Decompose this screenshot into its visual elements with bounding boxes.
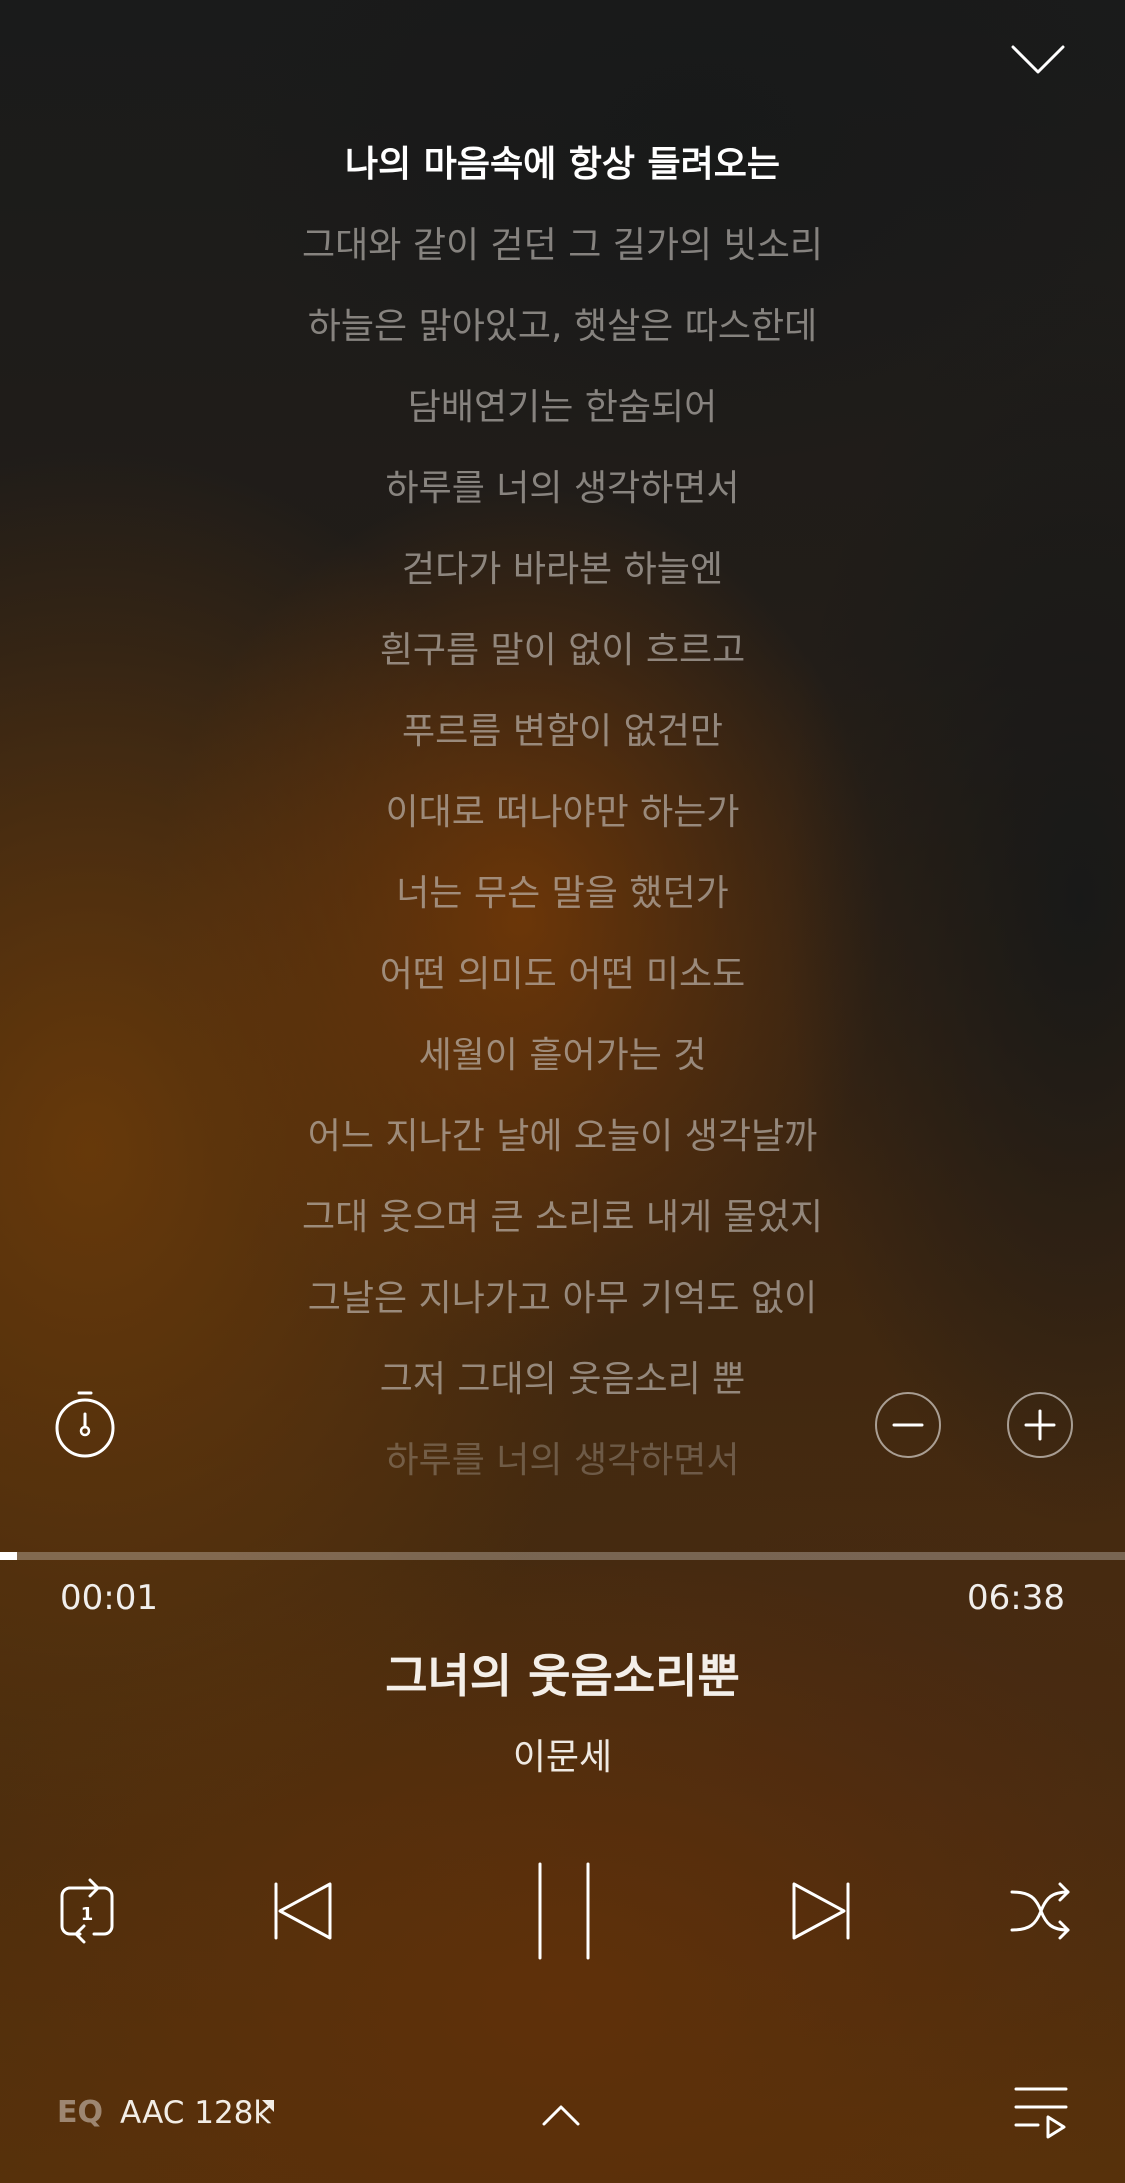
expand-button[interactable] [538, 2100, 584, 2130]
playlist-button[interactable] [1012, 2083, 1070, 2141]
total-time: 06:38 [967, 1578, 1065, 1618]
stopwatch-icon [55, 1391, 115, 1458]
font-size-decrease-button[interactable] [875, 1392, 941, 1458]
elapsed-time: 00:01 [60, 1578, 158, 1618]
lyric-line[interactable]: 하늘은 맑아있고, 햇살은 따스한데 [0, 292, 1125, 373]
song-title: 그녀의 웃음소리뿐 [385, 1649, 740, 1703]
player-screen: 나의 마음속에 항상 들려오는 그대와 같이 걷던 그 길가의 빗소리 하늘은 … [0, 0, 1125, 2183]
repeat-one-icon: 1 [60, 1878, 114, 1944]
lyric-line[interactable]: 너는 무슨 말을 했던가 [0, 859, 1125, 940]
skip-next-icon [792, 1882, 850, 1940]
lyric-line[interactable]: 그날은 지나가고 아무 기억도 없이 [0, 1264, 1125, 1345]
progress-fill [0, 1552, 17, 1560]
lyric-line[interactable]: 하루를 너의 생각하면서 [0, 1426, 1125, 1507]
collapse-button[interactable] [1005, 35, 1071, 85]
sleep-timer-button[interactable] [53, 1390, 117, 1462]
lyric-line[interactable]: 나의 마음속에 항상 들려오는 [0, 130, 1125, 211]
repeat-one-badge: 1 [81, 1904, 94, 1925]
minus-icon [892, 1423, 924, 1427]
lyric-line[interactable]: 이대로 떠나야만 하는가 [0, 778, 1125, 859]
playlist-icon [1014, 2087, 1068, 2139]
skip-previous-icon [274, 1882, 332, 1940]
lyric-line[interactable]: 흰구름 말이 없이 흐르고 [0, 616, 1125, 697]
next-track-button[interactable] [788, 1878, 854, 1944]
corner-triangle-icon [262, 2100, 274, 2112]
pause-button[interactable] [530, 1860, 600, 1962]
chevron-up-icon [542, 2105, 580, 2126]
repeat-one-button[interactable]: 1 [54, 1878, 120, 1944]
progress-bar[interactable] [0, 1552, 1125, 1560]
lyric-line[interactable]: 푸르름 변함이 없건만 [0, 697, 1125, 778]
lyric-line[interactable]: 걷다가 바라본 하늘엔 [0, 535, 1125, 616]
lyric-line[interactable]: 그저 그대의 웃음소리 뿐 [0, 1345, 1125, 1426]
lyric-line[interactable]: 어느 지나간 날에 오늘이 생각날까 [0, 1102, 1125, 1183]
lyric-line[interactable]: 하루를 너의 생각하면서 [0, 454, 1125, 535]
shuffle-button[interactable] [1008, 1878, 1074, 1944]
plus-icon [1024, 1409, 1056, 1441]
lyric-line[interactable]: 담배연기는 한숨되어 [0, 373, 1125, 454]
chevron-down-icon [1011, 45, 1065, 74]
eq-button[interactable]: EQ [57, 2095, 103, 2130]
lyric-line[interactable]: 어떤 의미도 어떤 미소도 [0, 940, 1125, 1021]
font-size-increase-button[interactable] [1007, 1392, 1073, 1458]
pause-icon [538, 1862, 590, 1960]
artist-name[interactable]: 이문세 [0, 1728, 1125, 1780]
lyric-line[interactable]: 그대와 같이 걷던 그 길가의 빗소리 [0, 211, 1125, 292]
previous-track-button[interactable] [270, 1878, 336, 1944]
lyrics-panel[interactable]: 나의 마음속에 항상 들려오는 그대와 같이 걷던 그 길가의 빗소리 하늘은 … [0, 130, 1125, 1507]
lyric-line[interactable]: 세월이 흩어가는 것 [0, 1021, 1125, 1102]
audio-quality-button[interactable]: AAC 128k [120, 2095, 271, 2131]
shuffle-icon [1010, 1882, 1070, 1940]
lyric-line[interactable]: 그대 웃으며 큰 소리로 내게 물었지 [0, 1183, 1125, 1264]
